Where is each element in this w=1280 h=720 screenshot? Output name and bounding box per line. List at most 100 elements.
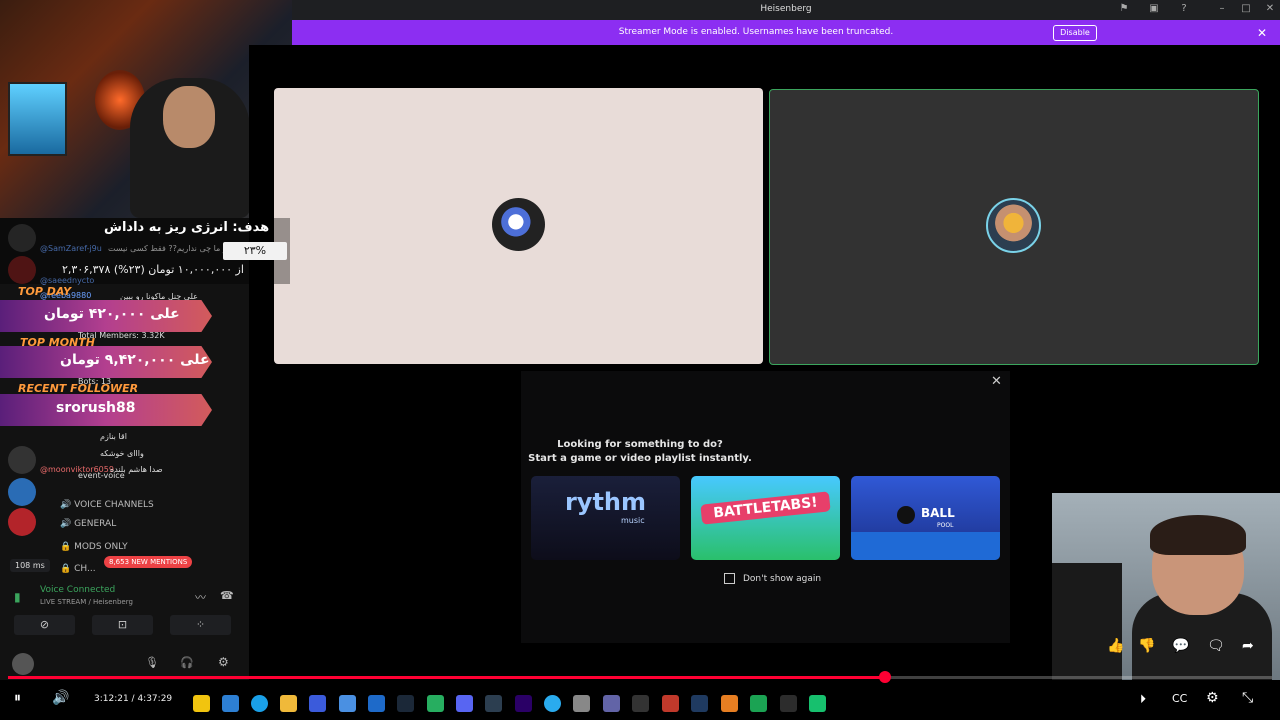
app-icon[interactable] — [632, 695, 649, 712]
live-chat-icon[interactable]: 🗨 — [1207, 638, 1225, 654]
streamer-head — [163, 86, 215, 148]
app-icon[interactable] — [691, 695, 708, 712]
streamer-mode-banner: Streamer Mode is enabled. Usernames have… — [292, 20, 1280, 45]
screen-icon[interactable]: ▣ — [1148, 3, 1160, 15]
goal-percent-badge: ۲۳% — [223, 242, 287, 260]
app-icon[interactable] — [573, 695, 590, 712]
app-icon[interactable] — [309, 695, 326, 712]
captions-icon[interactable]: CC — [1172, 692, 1187, 705]
window-title: Heisenberg — [760, 4, 812, 14]
app-icon[interactable] — [662, 695, 679, 712]
banner-text: Streamer Mode is enabled. Usernames have… — [618, 27, 894, 37]
card-subtitle: music — [621, 516, 645, 525]
app-icon[interactable] — [339, 695, 356, 712]
dont-show-again-checkbox[interactable]: Don't show again — [724, 573, 821, 584]
card-title: rythm — [564, 488, 647, 516]
checkbox-icon[interactable] — [724, 573, 735, 584]
progress-fill — [8, 676, 886, 679]
disconnect-icon[interactable]: ☎ — [220, 589, 234, 602]
activity-card-rythm[interactable]: rythm music — [531, 476, 680, 560]
app-icon[interactable] — [780, 695, 797, 712]
dislike-icon[interactable]: 👎 — [1138, 638, 1155, 654]
app-icon[interactable] — [721, 695, 738, 712]
help-icon[interactable]: ? — [1178, 3, 1190, 15]
taskview-icon[interactable] — [222, 695, 239, 712]
screen-share-icon[interactable]: ⊡ — [92, 615, 153, 635]
sticky-notes-icon[interactable] — [193, 695, 210, 712]
goal-amount: ۲,۳۰۶,۳۷۸ از ۱۰,۰۰۰,۰۰۰ تومان (۲۳%) — [62, 263, 244, 276]
signal-icon[interactable]: ▮ — [14, 590, 21, 604]
top-day-value: علی ۴۲۰,۰۰۰ تومان — [44, 306, 180, 322]
disable-button[interactable]: Disable — [1053, 25, 1097, 41]
channel-mods-only[interactable]: 🔒 MODS ONLY — [60, 542, 128, 552]
voice-connected-sub: LIVE STREAM / Heisenberg — [40, 598, 133, 606]
pool-table — [851, 532, 1000, 560]
teams-icon[interactable] — [603, 695, 620, 712]
server-icon[interactable] — [8, 508, 36, 536]
gaming-chair — [1052, 563, 1122, 680]
share-icon[interactable]: ➦ — [1242, 638, 1254, 654]
banner-close-icon[interactable]: ✕ — [1257, 26, 1267, 40]
avatar[interactable] — [12, 653, 34, 675]
settings-icon[interactable]: ⚙ — [1206, 690, 1219, 706]
exit-fullscreen-icon[interactable]: ⤡ — [1242, 690, 1253, 706]
time-display: 3:12:21 / 4:37:29 — [94, 694, 173, 704]
channel-general[interactable]: 🔊 GENERAL — [60, 519, 116, 529]
activity-card-battletabs[interactable]: BATTLETABS! — [691, 476, 840, 560]
eight-ball-icon — [897, 506, 915, 524]
telegram-icon[interactable] — [544, 695, 561, 712]
chat-message: وااای خوشکه — [100, 449, 144, 458]
participant-avatar — [986, 198, 1041, 253]
autoplay-toggle-icon[interactable]: ⏵ — [1140, 692, 1146, 707]
server-icon[interactable] — [8, 478, 36, 506]
top-month-label: TOP MONTH — [20, 336, 95, 349]
like-icon[interactable]: 👍 — [1107, 638, 1124, 654]
card-subtitle: POOL — [937, 522, 954, 529]
camera-off-icon[interactable]: ⊘ — [14, 615, 75, 635]
activity-card-8ball[interactable]: BALL POOL — [851, 476, 1000, 560]
app-icon[interactable] — [809, 695, 826, 712]
edge-icon[interactable] — [251, 695, 268, 712]
close-icon[interactable]: ✕ — [1264, 3, 1276, 15]
top-day-label: TOP DAY — [18, 285, 72, 298]
settings-gear-icon[interactable]: ⚙ — [218, 655, 229, 669]
comments-icon[interactable]: 💬 — [1172, 638, 1189, 654]
guest-hair — [1150, 515, 1246, 555]
activities-icon[interactable]: ⁘ — [170, 615, 231, 635]
discord-titlebar: Heisenberg ⚑ ▣ ? – □ ✕ — [292, 0, 1280, 20]
card-title: BATTLETABS! — [700, 491, 831, 525]
background-monitor — [8, 82, 67, 156]
channel-item[interactable]: 🔒 CH... — [60, 564, 96, 574]
app-icon[interactable] — [485, 695, 502, 712]
pause-icon[interactable]: ⏸ — [14, 690, 21, 706]
app-icon[interactable] — [368, 695, 385, 712]
recent-follower-label: RECENT FOLLOWER — [18, 382, 139, 395]
minimize-icon[interactable]: – — [1216, 3, 1228, 15]
microphone-icon[interactable]: 🎙 — [145, 656, 159, 669]
app-icon[interactable] — [750, 695, 767, 712]
goal-title: هدف: انرژی ریز به داداش — [104, 220, 270, 235]
participant-avatar — [492, 198, 545, 251]
steam-icon[interactable] — [397, 695, 414, 712]
premiere-icon[interactable] — [515, 695, 532, 712]
maximize-icon[interactable]: □ — [1240, 3, 1252, 15]
video-progress-bar[interactable] — [8, 676, 1272, 679]
card-title: BALL — [921, 506, 955, 520]
noise-suppression-icon[interactable]: 〰 — [195, 589, 206, 605]
server-icon[interactable] — [8, 446, 36, 474]
ping-badge: 108 ms — [10, 559, 50, 572]
discord-icon[interactable] — [456, 695, 473, 712]
app-icon[interactable] — [427, 695, 444, 712]
pin-icon[interactable]: ⚑ — [1118, 3, 1130, 15]
mentions-badge[interactable]: 8,653 NEW MENTIONS — [104, 556, 193, 568]
chat-message: اقا بنازم — [100, 432, 127, 441]
popup-close-icon[interactable]: ✕ — [991, 374, 1002, 389]
voice-connected-label[interactable]: Voice Connected — [40, 585, 115, 595]
explorer-icon[interactable] — [280, 695, 297, 712]
chat-message: علی چنل ماکونا رو ببین — [120, 292, 198, 301]
volume-icon[interactable]: 🔊 — [52, 690, 69, 706]
top-month-value: علی ۹,۴۲۰,۰۰۰ تومان — [60, 352, 210, 368]
headphones-icon[interactable]: 🎧 — [180, 656, 194, 669]
event-voice-channel[interactable]: event-voice — [78, 471, 125, 480]
voice-channels-header: 🔊 VOICE CHANNELS — [60, 500, 154, 510]
